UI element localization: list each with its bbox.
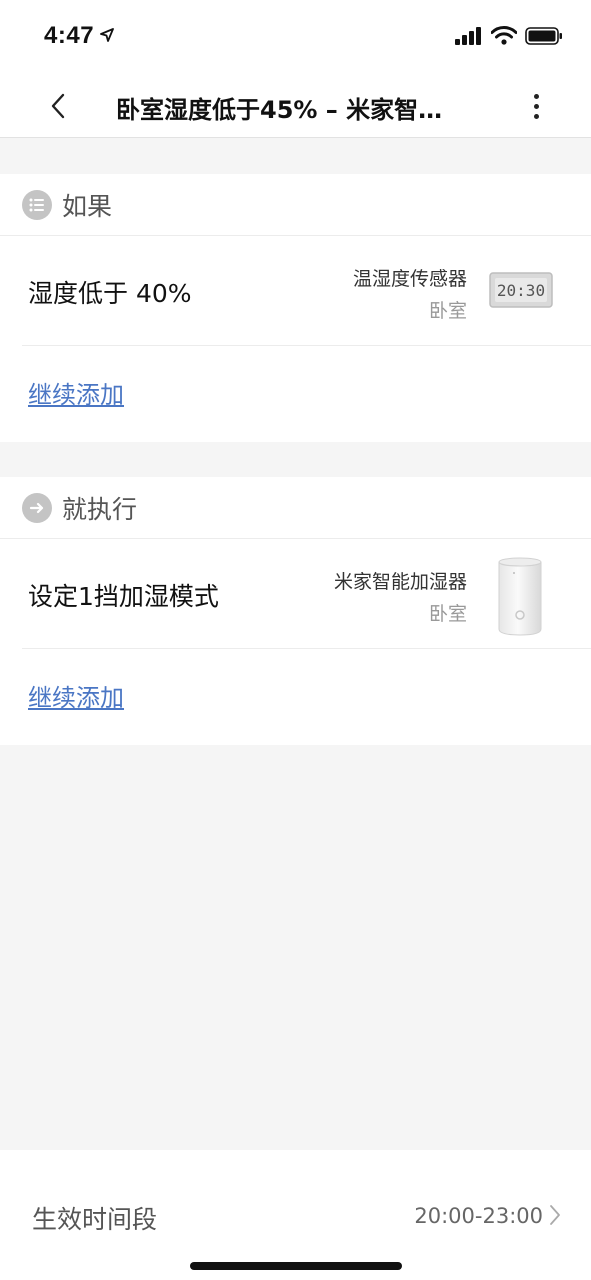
sensor-display-text: 20:30	[497, 281, 545, 300]
if-section-header: 如果	[0, 174, 591, 236]
condition-device-room: 卧室	[428, 300, 467, 322]
arrow-right-icon	[22, 492, 52, 523]
add-action-label: 继续添加	[28, 683, 124, 712]
temp-humidity-sensor-icon: 20:30	[489, 272, 553, 308]
effective-time-value: 20:00-23:00	[414, 1204, 543, 1228]
action-label: 设定1挡加湿模式	[28, 582, 219, 611]
location-arrow-icon	[100, 28, 114, 42]
action-row[interactable]: 设定1挡加湿模式 米家智能加湿器 卧室	[22, 539, 591, 649]
effective-time-row[interactable]: 生效时间段 20:00-23:00	[0, 1150, 591, 1280]
status-bar: 4:47	[0, 0, 591, 74]
action-device-room: 卧室	[428, 603, 467, 625]
then-section-title: 就执行	[62, 494, 138, 524]
page-title: 卧室湿度低于45% – 米家智…	[116, 96, 443, 124]
more-options-button[interactable]	[521, 88, 551, 124]
condition-device-name: 温湿度传感器	[352, 268, 467, 290]
more-dot-icon	[533, 103, 539, 109]
condition-row[interactable]: 湿度低于 40% 温湿度传感器 卧室 20:30	[22, 236, 591, 346]
then-section: 就执行 设定1挡加湿模式 米家智能加湿器 卧室 继续添加	[0, 477, 591, 745]
effective-time-label: 生效时间段	[32, 1205, 158, 1234]
condition-label: 湿度低于 40%	[28, 279, 192, 308]
nav-bar: 卧室湿度低于45% – 米家智…	[0, 74, 591, 138]
status-time: 4:47	[44, 22, 95, 49]
if-section-title: 如果	[62, 191, 113, 221]
then-section-header: 就执行	[0, 477, 591, 539]
add-condition-label: 继续添加	[28, 380, 124, 409]
battery-icon	[525, 26, 562, 45]
home-indicator[interactable]	[190, 1262, 402, 1270]
more-dot-icon	[533, 93, 539, 99]
action-device-name: 米家智能加湿器	[333, 571, 467, 593]
list-icon	[22, 189, 52, 220]
if-section: 如果 湿度低于 40% 温湿度传感器 卧室 20:30 继续添加	[0, 174, 591, 442]
humidifier-icon	[498, 557, 542, 636]
wifi-icon	[491, 26, 517, 45]
add-action-link[interactable]: 继续添加	[0, 649, 591, 741]
signal-icon	[455, 26, 481, 45]
status-icons	[455, 26, 563, 45]
chevron-right-icon	[550, 1205, 560, 1225]
back-button[interactable]	[38, 86, 78, 126]
chevron-left-icon	[51, 93, 65, 119]
more-dot-icon	[533, 113, 539, 119]
add-condition-link[interactable]: 继续添加	[0, 346, 591, 438]
